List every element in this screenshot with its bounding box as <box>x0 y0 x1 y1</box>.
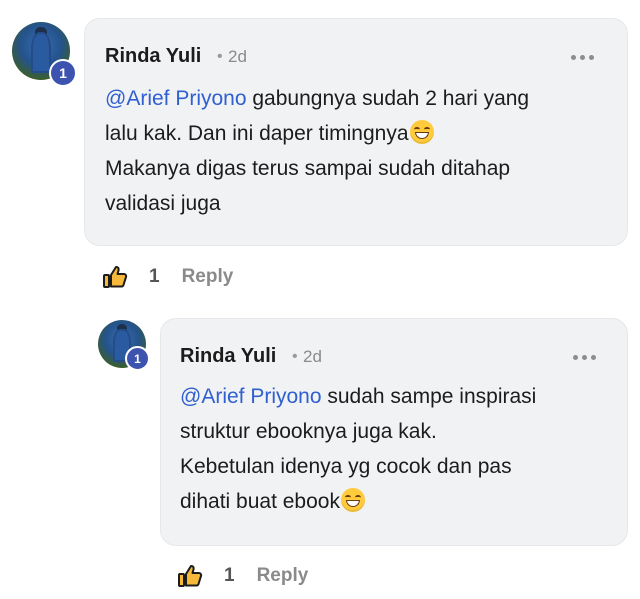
like-count: 1 <box>224 565 235 586</box>
comment-actions: 1 Reply <box>177 563 308 589</box>
comment-text: @Arief Priyono gabungnya sudah 2 hari ya… <box>105 81 615 221</box>
comment-text-line: validasi juga <box>105 192 221 215</box>
mention-link[interactable]: @Arief Priyono <box>105 87 247 110</box>
more-options-button[interactable] <box>573 352 601 362</box>
comment-bubble: Rinda Yuli • 2d @Arief Priyono sudah sam… <box>160 318 628 546</box>
separator-dot: • <box>292 348 298 365</box>
author-name[interactable]: Rinda Yuli <box>180 345 276 368</box>
author-name[interactable]: Rinda Yuli <box>105 45 201 68</box>
comment-actions: 1 Reply <box>102 264 233 290</box>
comment-text: @Arief Priyono sudah sampe inspirasi str… <box>180 379 620 519</box>
comment-text-line: Makanya digas terus sampai sudah ditahap <box>105 157 511 180</box>
comment-text-line: dihati buat ebook <box>180 490 340 513</box>
comment-text-line: lalu kak. Dan ini daper timingnya <box>105 122 409 145</box>
separator-dot: • <box>217 48 223 65</box>
reply-button[interactable]: Reply <box>257 565 309 587</box>
comment-text-line: struktur ebooknya juga kak. <box>180 420 437 443</box>
level-badge: 1 <box>49 59 77 87</box>
avatar-figure <box>30 32 52 74</box>
comment-text-line: sudah sampe inspirasi <box>321 385 537 408</box>
comment-text-line: Kebetulan idenya yg cocok dan pas <box>180 455 512 478</box>
level-badge: 1 <box>125 346 150 371</box>
grinning-face-icon <box>409 120 434 144</box>
more-horizontal-icon <box>573 354 578 360</box>
like-count: 1 <box>149 266 160 287</box>
comment-bubble: Rinda Yuli • 2d @Arief Priyono gabungnya… <box>84 18 628 246</box>
comment-text-line: gabungnya sudah 2 hari yang <box>246 87 530 110</box>
reply-button[interactable]: Reply <box>182 266 234 288</box>
thumbs-up-icon[interactable] <box>102 264 128 290</box>
timestamp: 2d <box>228 47 247 66</box>
mention-link[interactable]: @Arief Priyono <box>180 385 322 408</box>
timestamp: 2d <box>303 347 322 366</box>
more-options-button[interactable] <box>571 52 599 62</box>
grinning-face-icon <box>340 488 365 512</box>
thumbs-up-icon[interactable] <box>177 563 203 589</box>
more-horizontal-icon <box>571 54 576 60</box>
